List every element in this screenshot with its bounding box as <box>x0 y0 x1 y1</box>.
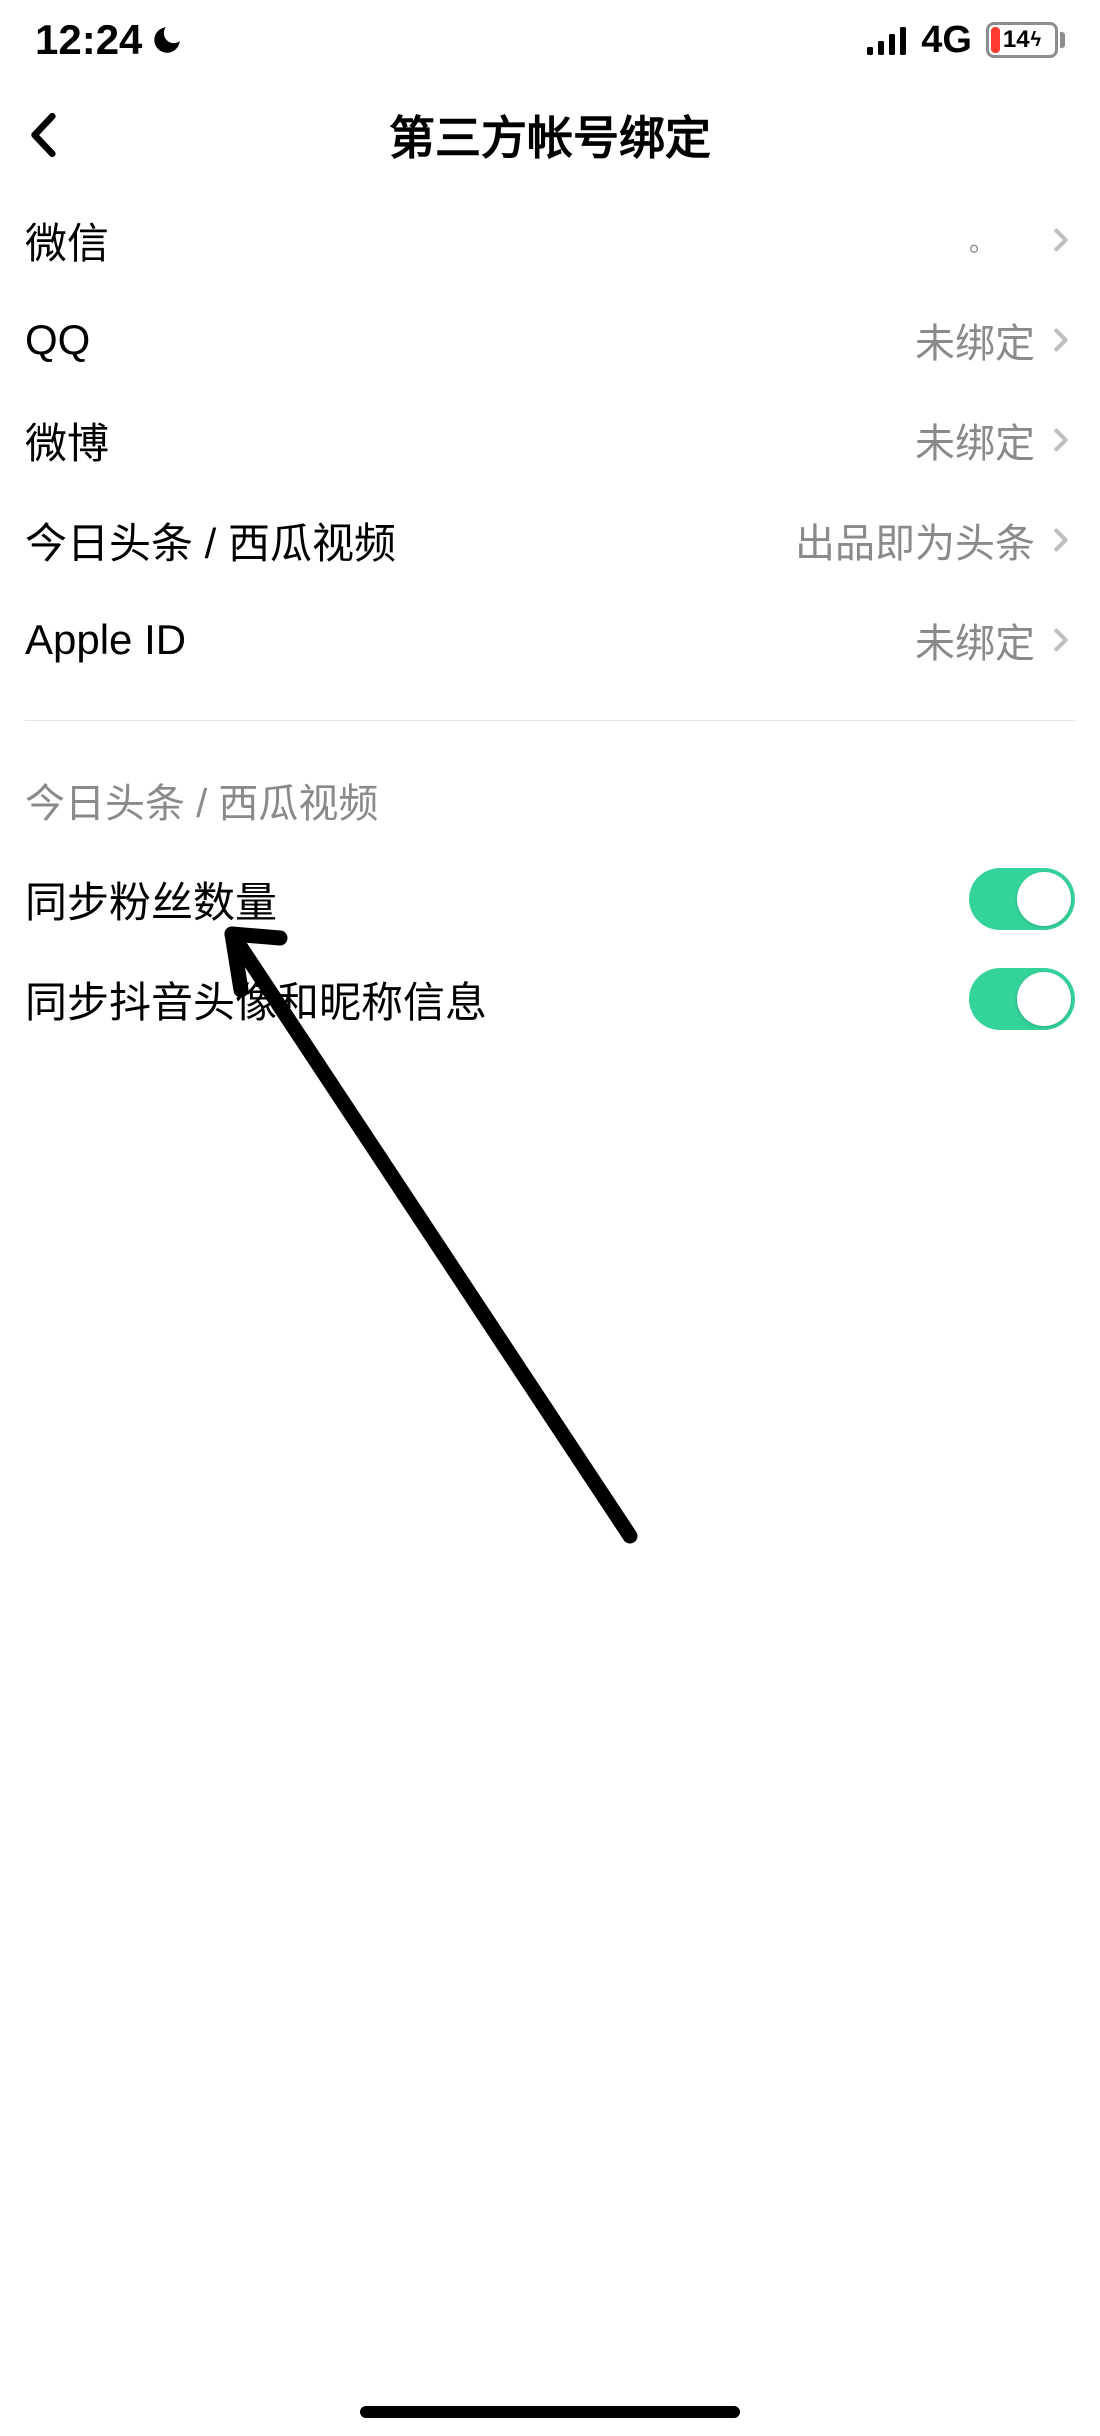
row-label: 同步粉丝数量 <box>25 869 277 930</box>
status-left: 12:24 <box>35 16 184 64</box>
account-row-weibo[interactable]: 微博 未绑定 <box>25 390 1075 490</box>
chevron-right-icon <box>1047 226 1075 254</box>
dnd-moon-icon <box>150 23 184 57</box>
charging-bolt-icon: ϟ <box>1031 29 1042 52</box>
toggle-sync-avatar[interactable] <box>969 968 1075 1030</box>
row-value: 未绑定 <box>915 611 1035 669</box>
battery-indicator: 14 ϟ <box>986 22 1065 58</box>
battery-percent: 14 <box>1003 26 1030 54</box>
toggle-row-avatar: 同步抖音头像和昵称信息 <box>25 949 1075 1049</box>
back-button[interactable] <box>20 110 70 160</box>
row-label: 微博 <box>25 410 109 471</box>
page-title: 第三方帐号绑定 <box>389 102 711 168</box>
status-right: 4G 14 ϟ <box>867 19 1065 62</box>
row-label: 今日头条 / 西瓜视频 <box>25 510 396 571</box>
network-label: 4G <box>921 19 972 62</box>
status-time: 12:24 <box>35 16 142 64</box>
toggle-row-followers: 同步粉丝数量 <box>25 849 1075 949</box>
status-bar: 12:24 4G 14 ϟ <box>0 0 1100 80</box>
section-title: 今日头条 / 西瓜视频 <box>25 771 1075 829</box>
row-label: QQ <box>25 316 90 364</box>
account-row-wechat[interactable]: 微信 。 <box>25 190 1075 290</box>
accounts-list: 微信 。 QQ 未绑定 微博 未绑定 今日头条 / 西瓜视频 出品即为头条 <box>0 190 1100 1049</box>
navigation-bar: 第三方帐号绑定 <box>0 80 1100 190</box>
row-label: 同步抖音头像和昵称信息 <box>25 969 487 1030</box>
chevron-right-icon <box>1047 626 1075 654</box>
chevron-right-icon <box>1047 426 1075 454</box>
account-row-toutiao[interactable]: 今日头条 / 西瓜视频 出品即为头条 <box>25 490 1075 590</box>
toggle-sync-followers[interactable] <box>969 868 1075 930</box>
section-divider <box>25 720 1075 721</box>
chevron-right-icon <box>1047 526 1075 554</box>
home-indicator[interactable] <box>360 2406 740 2418</box>
row-value: 未绑定 <box>915 311 1035 369</box>
row-value: 未绑定 <box>915 411 1035 469</box>
chevron-right-icon <box>1047 326 1075 354</box>
account-row-qq[interactable]: QQ 未绑定 <box>25 290 1075 390</box>
account-row-apple-id[interactable]: Apple ID 未绑定 <box>25 590 1075 690</box>
row-label: 微信 <box>25 210 109 271</box>
cellular-signal-icon <box>867 25 907 55</box>
row-value: 。 <box>969 222 995 259</box>
row-value: 出品即为头条 <box>795 511 1035 569</box>
row-label: Apple ID <box>25 616 186 664</box>
